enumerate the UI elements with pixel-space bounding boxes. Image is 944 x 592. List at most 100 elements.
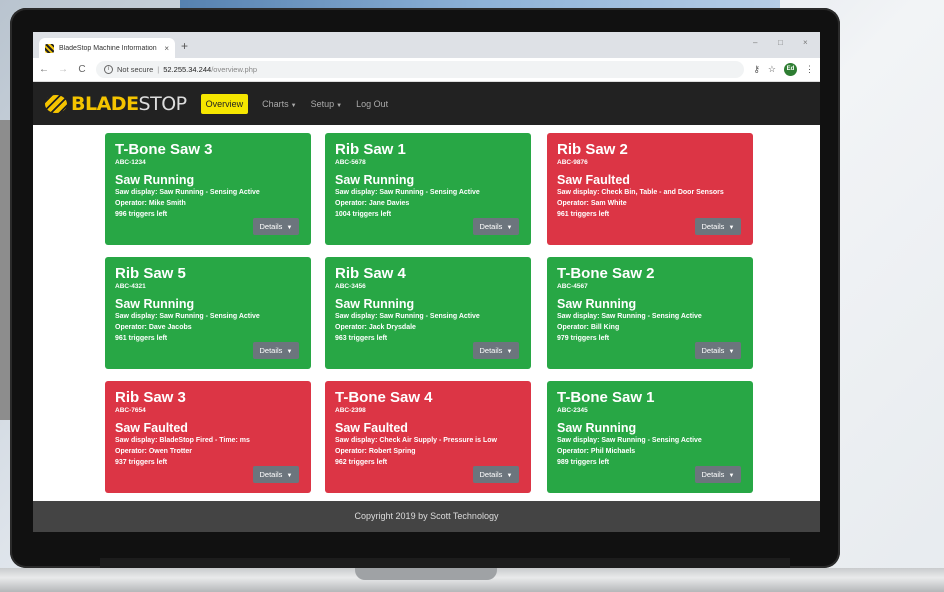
saw-display-text: Saw display: Saw Running - Sensing Activ… [115,189,260,196]
caret-down-icon: ▼ [286,349,293,355]
nav-overview[interactable]: Overview [200,93,249,114]
operator-text: Operator: Jack Drysdale [335,324,416,331]
machine-name: T-Bone Saw 3 [115,141,213,158]
machine-card: Rib Saw 1 ABC-5678 Saw Running Saw display:… [325,133,531,245]
saw-display-text: Saw display: Saw Running - Sensing Activ… [557,313,702,320]
app-navbar: BLADESTOP Overview Charts ▼ Setup ▼ Log Ou… [33,82,820,125]
maximize-icon[interactable]: □ [778,38,783,47]
url-path: /overview.php [211,65,258,74]
machine-name: T-Bone Saw 1 [557,389,655,406]
nav-logout[interactable]: Log Out [356,99,388,109]
browser-toolbar-right: ⚷ ☆ Ed ⋮ [753,63,814,76]
details-button[interactable]: Details ▼ [473,342,519,359]
machine-code: ABC-3456 [335,283,366,290]
menu-dots-icon[interactable]: ⋮ [805,64,814,75]
machine-card: T-Bone Saw 1 ABC-2345 Saw Running Saw displ… [547,381,753,493]
details-button[interactable]: Details ▼ [253,218,299,235]
caret-down-icon: ▼ [290,102,297,109]
machine-name: Rib Saw 1 [335,141,406,158]
saw-display-text: Saw display: Saw Running - Sensing Activ… [335,189,480,196]
machine-status: Saw Faulted [115,421,188,435]
caret-down-icon: ▼ [728,473,735,479]
machine-card: Rib Saw 2 ABC-9876 Saw Faulted Saw display:… [547,133,753,245]
blade-logo-icon [45,94,67,113]
laptop-notch [355,568,497,580]
saw-display-text: Saw display: BladeStop Fired - Time: ms [115,437,250,444]
star-icon[interactable]: ☆ [768,64,776,75]
caret-down-icon: ▼ [728,225,735,231]
machine-card: T-Bone Saw 4 ABC-2398 Saw Faulted Saw displ… [325,381,531,493]
machine-card: T-Bone Saw 3 ABC-1234 Saw Running Saw displ… [105,133,311,245]
saw-display-text: Saw display: Saw Running - Sensing Activ… [115,313,260,320]
brand-name: BLADESTOP [71,92,187,115]
operator-text: Operator: Jane Davies [335,200,410,207]
details-button[interactable]: Details ▼ [473,466,519,483]
details-button[interactable]: Details ▼ [473,218,519,235]
machine-card: T-Bone Saw 2 ABC-4567 Saw Running Saw displ… [547,257,753,369]
machine-name: T-Bone Saw 2 [557,265,655,282]
browser-tab[interactable]: BladeStop Machine Information × [39,38,175,58]
caret-down-icon: ▼ [728,349,735,355]
machine-status: Saw Running [557,297,637,311]
machine-code: ABC-4567 [557,283,588,290]
url-input[interactable]: i Not secure | 52.255.34.244/overview.ph… [96,61,745,78]
info-icon[interactable]: i [104,65,113,74]
url-host: 52.255.34.244 [163,65,212,74]
machine-code: ABC-2345 [557,407,588,414]
operator-text: Operator: Robert Spring [335,448,416,455]
details-button[interactable]: Details ▼ [695,218,741,235]
caret-down-icon: ▼ [336,102,343,109]
nav-charts[interactable]: Charts ▼ [262,99,296,109]
minimize-icon[interactable]: – [753,38,757,47]
details-button[interactable]: Details ▼ [253,342,299,359]
machine-name: Rib Saw 5 [115,265,186,282]
browser-address-bar: ← → C i Not secure | 52.255.34.244/overv… [33,58,820,82]
forward-arrow-icon[interactable]: → [58,64,68,75]
caret-down-icon: ▼ [286,225,293,231]
operator-text: Operator: Dave Jacobs [115,324,192,331]
machine-name: T-Bone Saw 4 [335,389,433,406]
machine-card: Rib Saw 3 ABC-7654 Saw Faulted Saw display:… [105,381,311,493]
bladestop-favicon-icon [45,43,54,53]
machine-name: Rib Saw 3 [115,389,186,406]
machine-status: Saw Running [335,297,415,311]
laptop-screen: BladeStop Machine Information × + – □ × … [33,32,820,532]
saw-display-text: Saw display: Check Air Supply - Pressure… [335,437,497,444]
operator-text: Operator: Bill King [557,324,620,331]
operator-text: Operator: Phil Michaels [557,448,636,455]
machine-code: ABC-7654 [115,407,146,414]
machine-status: Saw Running [557,421,637,435]
back-arrow-icon[interactable]: ← [39,64,49,75]
brand-logo[interactable]: BLADESTOP [45,93,187,115]
caret-down-icon: ▼ [506,473,513,479]
saw-display-text: Saw display: Saw Running - Sensing Activ… [557,437,702,444]
caret-down-icon: ▼ [286,473,293,479]
reload-icon[interactable]: C [77,64,87,75]
window-close-icon[interactable]: × [803,38,808,47]
machine-name: Rib Saw 4 [335,265,406,282]
machine-grid: T-Bone Saw 3 ABC-1234 Saw Running Saw displ… [33,125,820,501]
nav-setup[interactable]: Setup ▼ [311,99,342,109]
caret-down-icon: ▼ [506,349,513,355]
machine-code: ABC-2398 [335,407,366,414]
machine-card: Rib Saw 4 ABC-3456 Saw Running Saw display:… [325,257,531,369]
profile-avatar[interactable]: Ed [784,63,797,76]
machine-code: ABC-9876 [557,159,588,166]
caret-down-icon: ▼ [506,225,513,231]
machine-code: ABC-5678 [335,159,366,166]
tab-close-icon[interactable]: × [164,44,169,53]
operator-text: Operator: Mike Smith [115,200,186,207]
saw-display-text: Saw display: Saw Running - Sensing Activ… [335,313,480,320]
operator-text: Operator: Owen Trotter [115,448,193,455]
key-icon[interactable]: ⚷ [753,64,760,75]
machine-status: Saw Faulted [335,421,408,435]
details-button[interactable]: Details ▼ [695,342,741,359]
machine-status: Saw Running [115,297,195,311]
details-button[interactable]: Details ▼ [253,466,299,483]
machine-status: Saw Faulted [557,173,630,187]
details-button[interactable]: Details ▼ [695,466,741,483]
new-tab-icon[interactable]: + [181,39,188,53]
laptop-bezel [100,558,790,568]
machine-status: Saw Running [115,173,195,187]
url-separator: | [157,65,160,74]
